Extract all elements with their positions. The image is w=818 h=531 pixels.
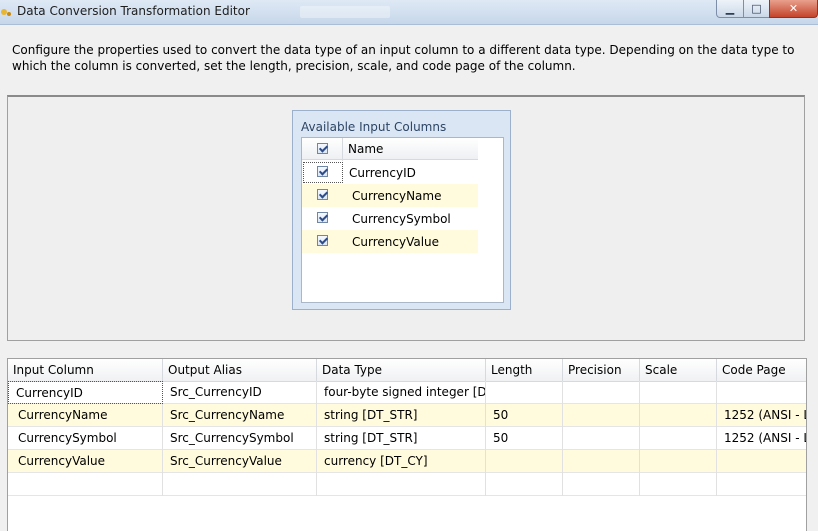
table-row[interactable]: CurrencyID Src_CurrencyID four-byte sign… — [8, 381, 806, 404]
title-bar: Data Conversion Transformation Editor ▁ … — [0, 0, 818, 25]
cell-code-page[interactable] — [717, 473, 806, 496]
cell-scale[interactable] — [640, 473, 717, 496]
checkbox-cell[interactable] — [302, 230, 342, 253]
list-item[interactable]: CurrencyValue — [302, 230, 478, 253]
column-checkbox[interactable] — [317, 212, 328, 223]
list-item[interactable]: CurrencyID — [302, 161, 478, 184]
column-name: CurrencyValue — [352, 235, 440, 249]
column-checkbox[interactable] — [317, 166, 328, 177]
cell-data-type[interactable]: string [DT_STR] — [317, 404, 486, 427]
cell-scale[interactable] — [640, 381, 717, 404]
column-checkbox[interactable] — [317, 189, 328, 200]
header-data-type[interactable]: Data Type — [317, 359, 486, 381]
cell-input-column[interactable]: CurrencySymbol — [8, 427, 163, 450]
header-length[interactable]: Length — [486, 359, 563, 381]
checkbox-cell[interactable] — [302, 161, 343, 184]
cell-length[interactable] — [486, 381, 563, 404]
column-checkbox[interactable] — [317, 235, 328, 246]
cell-precision[interactable] — [563, 427, 640, 450]
minimize-icon: ▁ — [725, 2, 735, 15]
select-all-checkbox[interactable] — [317, 143, 328, 154]
cell-output-alias[interactable]: Src_CurrencyValue — [163, 450, 317, 473]
list-item[interactable]: CurrencyName — [302, 184, 478, 207]
cell-input-column[interactable]: CurrencyValue — [8, 450, 163, 473]
select-all-cell[interactable] — [302, 138, 343, 161]
cell-scale[interactable] — [640, 450, 717, 473]
table-row[interactable]: CurrencySymbol Src_CurrencySymbol string… — [8, 427, 806, 450]
cell-precision[interactable] — [563, 404, 640, 427]
cell-precision[interactable] — [563, 381, 640, 404]
close-button[interactable]: ✕ — [769, 0, 818, 18]
cell-output-alias[interactable]: Src_CurrencySymbol — [163, 427, 317, 450]
description-text: Configure the properties used to convert… — [12, 43, 795, 73]
cell-length[interactable]: 50 — [486, 427, 563, 450]
header-precision[interactable]: Precision — [563, 359, 640, 381]
cell-code-page[interactable]: 1252 (ANSI - Lat — [717, 404, 806, 427]
checkbox-cell[interactable] — [302, 207, 342, 230]
name-column-header: Name — [348, 142, 384, 156]
cell-code-page[interactable]: 1252 (ANSI - Lat — [717, 427, 806, 450]
cell-data-type[interactable]: currency [DT_CY] — [317, 450, 486, 473]
cell-input-column[interactable]: CurrencyID — [8, 381, 163, 404]
cell-code-page[interactable] — [717, 381, 806, 404]
checkbox-cell[interactable] — [302, 184, 342, 207]
available-input-columns-box[interactable]: Available Input Columns Name CurrencyID … — [292, 110, 511, 310]
cell-scale[interactable] — [640, 404, 717, 427]
cell-length[interactable] — [486, 473, 563, 496]
maximize-icon: □ — [751, 2, 762, 15]
cell-output-alias[interactable]: Src_CurrencyName — [163, 404, 317, 427]
header-output-alias[interactable]: Output Alias — [163, 359, 317, 381]
cell-scale[interactable] — [640, 427, 717, 450]
minimize-button[interactable]: ▁ — [716, 0, 744, 18]
cell-output-alias[interactable]: Src_CurrencyID — [163, 381, 317, 404]
cell-output-alias[interactable] — [163, 473, 317, 496]
header-code-page[interactable]: Code Page — [717, 359, 806, 381]
available-input-columns-caption: Available Input Columns — [301, 120, 447, 134]
cell-input-column[interactable]: CurrencyName — [8, 404, 163, 427]
close-icon: ✕ — [788, 2, 799, 15]
header-input-column[interactable]: Input Column — [8, 359, 163, 381]
cell-input-column[interactable] — [8, 473, 163, 496]
cell-length[interactable]: 50 — [486, 404, 563, 427]
available-columns-header: Name — [302, 138, 478, 161]
header-scale[interactable]: Scale — [640, 359, 717, 381]
conversion-grid[interactable]: Input Column Output Alias Data Type Leng… — [7, 358, 807, 531]
grid-header: Input Column Output Alias Data Type Leng… — [8, 359, 806, 382]
cell-code-page[interactable] — [717, 450, 806, 473]
background-window-fragment — [300, 6, 390, 18]
cell-data-type[interactable]: string [DT_STR] — [317, 427, 486, 450]
window-title: Data Conversion Transformation Editor — [17, 4, 250, 18]
column-name: CurrencySymbol — [352, 212, 451, 226]
maximize-button[interactable]: □ — [743, 0, 770, 18]
list-item[interactable]: CurrencySymbol — [302, 207, 478, 230]
column-name: CurrencyID — [349, 166, 416, 180]
app-icon — [1, 9, 11, 16]
column-name: CurrencyName — [352, 189, 442, 203]
cell-data-type[interactable] — [317, 473, 486, 496]
available-columns-list[interactable]: Name CurrencyID CurrencyName CurrencySym… — [301, 137, 504, 303]
cell-precision[interactable] — [563, 473, 640, 496]
table-row[interactable]: CurrencyValue Src_CurrencyValue currency… — [8, 450, 806, 473]
cell-length[interactable] — [486, 450, 563, 473]
cell-precision[interactable] — [563, 450, 640, 473]
new-row[interactable] — [8, 473, 806, 496]
cell-data-type[interactable]: four-byte signed integer [D... — [317, 381, 486, 404]
table-row[interactable]: CurrencyName Src_CurrencyName string [DT… — [8, 404, 806, 427]
